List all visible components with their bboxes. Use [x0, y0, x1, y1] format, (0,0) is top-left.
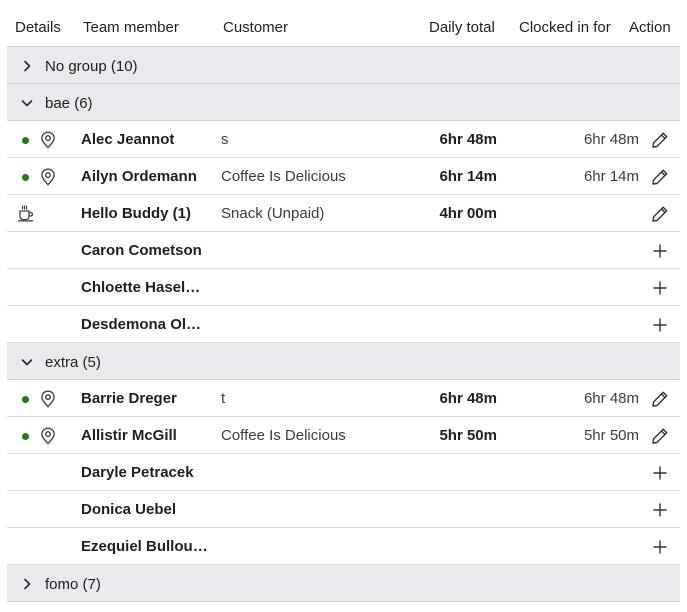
edit-pencil-icon[interactable] — [650, 204, 670, 224]
member-name: Daryle Petracek — [81, 464, 194, 481]
location-pin-icon[interactable] — [40, 427, 56, 445]
group-label: No group (10) — [45, 58, 138, 75]
group-label: extra (5) — [45, 354, 101, 371]
column-header-team-member[interactable]: Team member — [83, 19, 179, 36]
location-pin-icon[interactable] — [40, 131, 56, 149]
customer-name: Coffee Is Delicious — [221, 168, 346, 185]
edit-pencil-icon[interactable] — [650, 389, 670, 409]
daily-total: 6hr 48m — [439, 131, 497, 148]
add-plus-icon[interactable] — [650, 463, 670, 483]
group-label: fomo (7) — [45, 576, 101, 593]
customer-name: Snack (Unpaid) — [221, 205, 325, 222]
clocked-in-for: 6hr 14m — [583, 168, 639, 185]
status-dot-icon — [22, 433, 29, 440]
add-plus-icon[interactable] — [650, 278, 670, 298]
member-name: Barrie Dreger — [81, 390, 177, 407]
group-label: bae (6) — [45, 95, 93, 112]
daily-total: 6hr 14m — [439, 168, 497, 185]
table-row: Ezequiel Bullough — [7, 528, 680, 565]
member-name: Chloette Haseldine — [81, 279, 209, 296]
clocked-in-for: 5hr 50m — [583, 427, 639, 444]
group-row[interactable]: bae (6) — [7, 84, 680, 121]
table-row: Hello Buddy (1) Snack (Unpaid) 4hr 00m — [7, 195, 680, 232]
timesheet-table: Details Team member Customer Daily total… — [7, 0, 680, 602]
member-name: Ezequiel Bullough — [81, 538, 209, 555]
table-body: No group (10) bae (6) Alec Jeannot s 6hr 48m… — [7, 47, 680, 602]
customer-name: s — [221, 131, 229, 148]
column-header-action: Action — [629, 19, 671, 36]
member-name: Alec Jeannot — [81, 131, 175, 148]
member-name: Desdemona Olek… — [81, 316, 209, 333]
group-row[interactable]: No group (10) — [7, 47, 680, 84]
table-row: Allistir McGill Coffee Is Delicious 5hr 50… — [7, 417, 680, 454]
add-plus-icon[interactable] — [650, 500, 670, 520]
table-header: Details Team member Customer Daily total… — [7, 0, 680, 47]
location-pin-icon[interactable] — [40, 390, 56, 408]
status-dot-icon — [22, 137, 29, 144]
edit-pencil-icon[interactable] — [650, 167, 670, 187]
status-dot-icon — [22, 396, 29, 403]
add-plus-icon[interactable] — [650, 537, 670, 557]
group-row[interactable]: extra (5) — [7, 343, 680, 380]
member-name: Ailyn Ordemann — [81, 168, 197, 185]
customer-name: Coffee Is Delicious — [221, 427, 346, 444]
add-plus-icon[interactable] — [650, 241, 670, 261]
chevron-right-icon[interactable] — [21, 59, 33, 72]
chevron-down-icon[interactable] — [21, 355, 33, 367]
column-header-daily-total[interactable]: Daily total — [429, 19, 495, 36]
coffee-cup-icon — [17, 204, 35, 222]
daily-total: 5hr 50m — [439, 427, 497, 444]
table-row: Ailyn Ordemann Coffee Is Delicious 6hr 14m… — [7, 158, 680, 195]
table-row: Barrie Dreger t 6hr 48m 6hr 48m — [7, 380, 680, 417]
clocked-in-for: 6hr 48m — [583, 390, 639, 407]
column-header-details[interactable]: Details — [15, 19, 61, 36]
table-row: Donica Uebel — [7, 491, 680, 528]
table-row: Alec Jeannot s 6hr 48m 6hr 48m — [7, 121, 680, 158]
member-name: Allistir McGill — [81, 427, 177, 444]
table-row: Desdemona Olek… — [7, 306, 680, 343]
chevron-down-icon[interactable] — [21, 96, 33, 108]
group-row[interactable]: fomo (7) — [7, 565, 680, 602]
member-name: Caron Cometson — [81, 242, 202, 259]
member-name: Hello Buddy (1) — [81, 205, 192, 222]
table-row: Daryle Petracek — [7, 454, 680, 491]
column-header-clocked-in-for[interactable]: Clocked in for — [519, 19, 611, 36]
table-row: Chloette Haseldine — [7, 269, 680, 306]
add-plus-icon[interactable] — [650, 315, 670, 335]
chevron-right-icon[interactable] — [21, 577, 33, 590]
clocked-in-for: 6hr 48m — [583, 131, 639, 148]
edit-pencil-icon[interactable] — [650, 130, 670, 150]
daily-total: 6hr 48m — [439, 390, 497, 407]
edit-pencil-icon[interactable] — [650, 426, 670, 446]
member-name: Donica Uebel — [81, 501, 177, 518]
daily-total: 4hr 00m — [439, 205, 497, 222]
customer-name: t — [221, 390, 226, 407]
table-row: Caron Cometson — [7, 232, 680, 269]
column-header-customer[interactable]: Customer — [223, 19, 288, 36]
location-pin-icon[interactable] — [40, 168, 56, 186]
status-dot-icon — [22, 174, 29, 181]
